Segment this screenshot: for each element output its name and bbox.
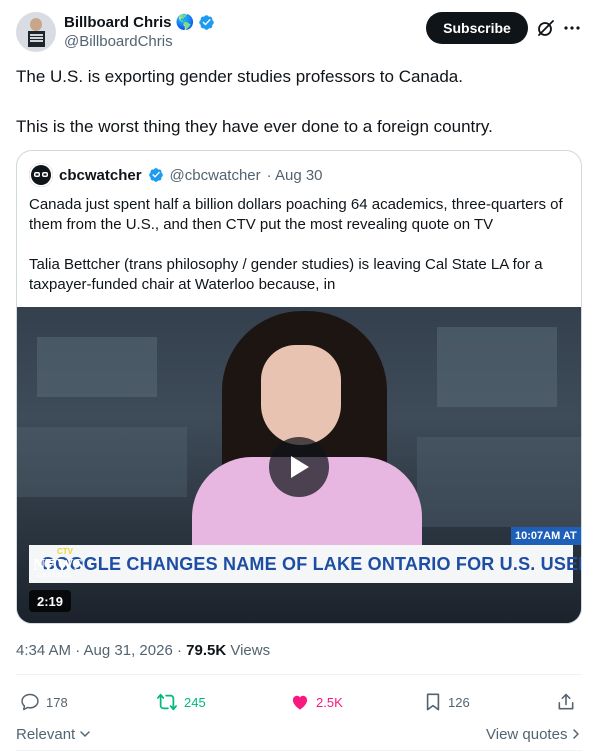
quote-author-handle[interactable]: @cbcwatcher [170,167,261,184]
studio-panel [17,427,187,497]
more-options-icon[interactable] [562,18,582,38]
view-quotes-label: View quotes [486,725,568,743]
quote-verified-badge-icon [148,167,164,183]
globe-emoji: 🌎 [175,14,195,31]
chevron-right-icon [573,729,580,739]
heart-icon [292,695,308,710]
avatar-head [30,18,42,31]
tweet-paragraph: This is the worst thing they have ever d… [16,117,493,136]
subscribe-button[interactable]: Subscribe [426,12,528,44]
view-quotes-link[interactable]: View quotes [486,724,581,744]
avatar-sign [28,31,45,47]
quote-avatar[interactable] [29,163,53,187]
studio-panel [437,327,557,407]
repost-count: 245 [184,694,206,710]
video-player[interactable]: 10:07AM AT CTV NEWS CHANNEL GOOGLE CHANG… [17,307,581,623]
anchor-face [261,345,341,445]
quote-text: Canada just spent half a billion dollars… [29,195,573,315]
verified-badge-icon [198,14,215,31]
logo-news: NEWS [33,555,84,574]
views-count: 79.5K [186,642,227,659]
quote-date[interactable]: · Aug 30 [267,167,323,184]
share-icon [558,693,574,710]
grok-icon[interactable] [536,18,556,38]
reply-icon [21,693,39,711]
reply-button[interactable]: 178 [20,688,68,716]
studio-panel [37,337,157,397]
chevron-down-icon [80,731,90,737]
author-avatar[interactable] [16,12,56,52]
news-chyron: CTV NEWS CHANNEL GOOGLE CHANGES NAME OF … [29,545,581,583]
quoted-tweet[interactable]: cbcwatcher @cbcwatcher · Aug 30 Canada j… [16,150,582,624]
author-block: Billboard Chris 🌎 @BillboardChris [64,12,215,50]
play-button[interactable] [269,437,329,497]
like-count: 2.5K [316,694,343,710]
quote-header: cbcwatcher @cbcwatcher · Aug 30 [29,163,323,187]
bookmark-button[interactable]: 126 [424,688,470,716]
bookmark-icon [426,693,440,711]
video-duration: 2:19 [29,590,72,612]
share-button[interactable] [556,688,576,716]
quote-paragraph: Canada just spent half a billion dollars… [29,196,563,233]
divider [16,750,582,751]
repost-button[interactable]: 245 [156,688,206,716]
chyron-headline: GOOGLE CHANGES NAME OF LAKE ONTARIO FOR … [41,553,581,574]
logo-channel: CHANNEL [37,573,73,579]
reply-count: 178 [46,694,68,710]
studio-panel [417,437,581,527]
broadcast-time: 10:07AM AT [511,527,581,545]
author-handle[interactable]: @BillboardChris [64,33,215,50]
tweet-meta: 4:34 AM · Aug 31, 2026 · 79.5K Views [16,642,270,659]
quote-paragraph: Talia Bettcher (trans philosophy / gende… [29,256,543,293]
sort-label: Relevant [16,725,76,743]
author-name[interactable]: Billboard Chris [64,14,172,31]
tweet-date[interactable]: · Aug 31, 2026 · [75,642,182,659]
action-bar: 178 245 2.5K 126 [16,688,582,716]
like-button[interactable]: 2.5K [290,688,343,716]
sort-replies-control[interactable]: Relevant [16,724,91,744]
tweet-time[interactable]: 4:34 AM [16,642,71,659]
tweet-paragraph: The U.S. is exporting gender studies pro… [16,67,463,86]
quote-author-name[interactable]: cbcwatcher [59,167,142,184]
play-icon [291,456,309,478]
bookmark-count: 126 [448,694,470,710]
repost-icon [157,693,177,711]
divider [16,674,582,675]
author-name-row: Billboard Chris 🌎 [64,12,215,32]
views-label: Views [230,642,271,659]
